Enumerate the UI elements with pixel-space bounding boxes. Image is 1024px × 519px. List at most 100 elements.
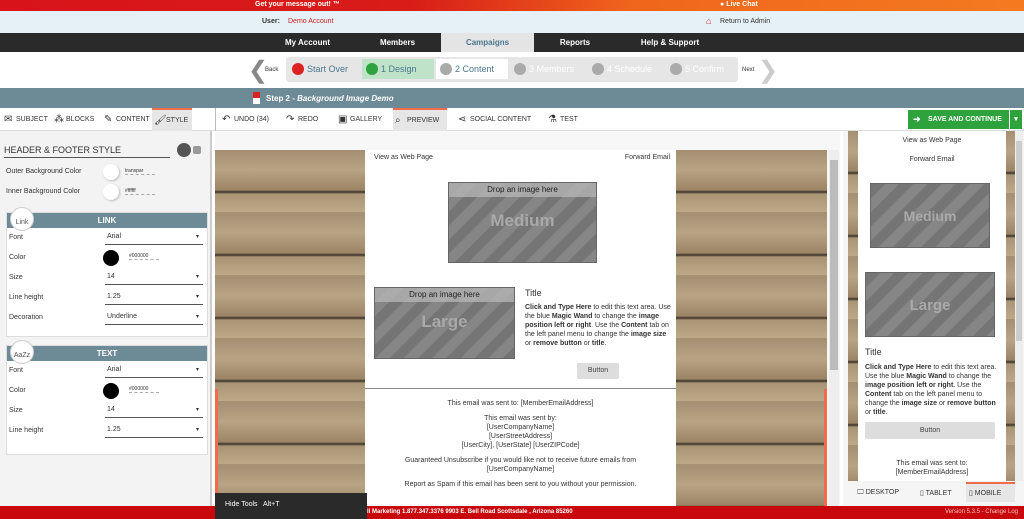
canvas-scrollbar[interactable] — [829, 150, 839, 506]
device-mobile[interactable]: ▯ MOBILE — [966, 482, 1015, 502]
tool-label: SOCIAL CONTENT — [470, 116, 532, 123]
scroll-thumb[interactable] — [830, 160, 838, 370]
view-web-link[interactable]: View as Web Page — [858, 136, 1006, 145]
live-chat-link[interactable]: ● Live Chat — [720, 1, 758, 8]
scroll-thumb[interactable] — [1016, 141, 1022, 341]
image-icon: ▣ — [338, 114, 348, 125]
hide-tools-button[interactable]: Hide Tools Alt+T — [215, 493, 367, 519]
redo-button[interactable]: ↷ REDO — [284, 108, 318, 131]
version-link[interactable]: Version 5.3.5 - Change Log — [945, 506, 1018, 519]
text: to change the — [946, 373, 992, 380]
step-design[interactable]: 1 Design — [362, 59, 434, 79]
forward-email-link[interactable]: Forward Email — [625, 154, 670, 161]
block-title[interactable]: Title — [525, 288, 542, 298]
step-label: 1 Design — [381, 64, 417, 74]
tab-content[interactable]: ✎ CONTENT — [102, 108, 150, 131]
tab-label: BLOCKS — [66, 116, 95, 123]
mobile-scrollbar[interactable] — [1015, 131, 1023, 481]
outer-bg-value[interactable]: transpar — [125, 168, 155, 175]
device-tablet[interactable]: ▯ TABLET — [920, 489, 952, 497]
member-email-link[interactable]: [MemberEmailAddress] — [896, 469, 969, 476]
nav-campaigns[interactable]: Campaigns — [441, 33, 534, 52]
step-content[interactable]: 2 Content — [436, 59, 508, 79]
block-body-text[interactable]: Click and Type Here to edit this text ar… — [525, 303, 673, 348]
return-admin-link[interactable]: Return to Admin — [720, 18, 770, 25]
text: or — [865, 409, 874, 416]
home-icon[interactable]: ⌂ — [706, 16, 711, 26]
forward-email-link[interactable]: Forward Email — [858, 155, 1006, 164]
step-members[interactable]: 3 Members — [510, 59, 582, 79]
back-link[interactable]: Back — [265, 67, 278, 73]
text: . Use the — [591, 322, 622, 329]
outer-bg-swatch[interactable] — [103, 164, 119, 180]
block-body-text[interactable]: Click and Type Here to edit this text ar… — [865, 363, 997, 417]
link-font-select[interactable]: Arial — [105, 231, 203, 245]
chevron-down-icon[interactable]: ▾ — [1009, 110, 1022, 129]
bold-text: Content — [865, 391, 892, 398]
image-placeholder-medium[interactable]: Medium — [870, 183, 990, 248]
nav-help-support[interactable]: Help & Support — [620, 33, 720, 52]
save-and-continue-button[interactable]: ➜ SAVE AND CONTINUE ▾ — [908, 110, 1022, 129]
nav-members[interactable]: Members — [355, 33, 440, 52]
link-line-height-select[interactable]: 1.25 — [105, 291, 203, 305]
undo-button[interactable]: ↶ UNDO (34) — [220, 108, 269, 131]
nav-my-account[interactable]: My Account — [265, 33, 350, 52]
gallery-button[interactable]: ▣ GALLERY — [336, 108, 382, 131]
cube-icon[interactable] — [193, 146, 201, 154]
link-color-swatch[interactable] — [103, 250, 119, 266]
tool-label: PREVIEW — [407, 117, 440, 124]
tool-label: REDO — [298, 116, 319, 123]
footer-text: This email was sent to: [MemberEmailAddr… — [365, 399, 676, 489]
mobile-icon — [253, 92, 260, 104]
image-placeholder-medium[interactable]: Drop an image here Medium — [448, 182, 597, 263]
preview-button[interactable]: ⌕ PREVIEW — [393, 108, 447, 131]
sent-to-line: This email was sent to: [MemberEmailAddr… — [858, 459, 1006, 477]
tool-label: GALLERY — [350, 116, 383, 123]
inner-bg-value[interactable]: #ffffff — [125, 188, 155, 195]
hide-tools-label: Hide Tools — [225, 501, 258, 508]
blocks-style-icon[interactable] — [177, 143, 191, 157]
link-size-select[interactable]: 14 — [105, 271, 203, 285]
test-button[interactable]: ⚗ TEST — [546, 108, 578, 131]
device-desktop[interactable]: 🖵 DESKTOP — [857, 489, 899, 497]
email-preview: View as Web Page Forward Email Drop an i… — [365, 150, 676, 506]
tool-label: UNDO (34) — [234, 116, 270, 123]
text: . — [885, 409, 888, 416]
link-color-value[interactable]: #000000 — [129, 253, 159, 260]
tab-blocks[interactable]: ⁂ BLOCKS — [52, 108, 94, 131]
link-decoration-row: Decoration Underline — [7, 308, 207, 328]
text-color-value[interactable]: #000000 — [129, 386, 159, 393]
member-email-link[interactable]: [MemberEmailAddress] — [521, 400, 594, 407]
circle-icon — [440, 63, 452, 75]
step-start-over[interactable]: Start Over — [288, 59, 360, 79]
size-label: Size — [9, 274, 23, 281]
text-size-select[interactable]: 14 — [105, 404, 203, 418]
block-title[interactable]: Title — [865, 347, 882, 357]
font-label: Font — [9, 234, 24, 241]
tab-label: STYLE — [166, 117, 189, 124]
font-label: Font — [9, 367, 24, 374]
inner-bg-swatch[interactable] — [103, 184, 119, 200]
email-button[interactable]: Button — [865, 422, 995, 439]
text-color-swatch[interactable] — [103, 383, 119, 399]
tab-label: CONTENT — [116, 116, 150, 123]
report-spam-link[interactable]: Report as Spam — [405, 481, 456, 488]
next-link[interactable]: Next — [742, 67, 754, 73]
tab-style[interactable]: 🖌 STYLE — [152, 108, 192, 131]
step-schedule[interactable]: 4 Schedule — [588, 59, 660, 79]
step-confirm[interactable]: 5 Confirm — [666, 59, 738, 79]
nav-reports[interactable]: Reports — [540, 33, 610, 52]
view-web-link[interactable]: View as Web Page — [374, 154, 433, 161]
text-line-height-select[interactable]: 1.25 — [105, 424, 203, 438]
image-placeholder-large[interactable]: Large — [865, 272, 995, 337]
text-font-select[interactable]: Arial — [105, 364, 203, 378]
social-content-button[interactable]: ⋖ SOCIAL CONTENT — [456, 108, 531, 131]
unsubscribe-link[interactable]: Guaranteed Unsubscribe — [405, 457, 483, 464]
link-decoration-select[interactable]: Underline — [105, 311, 203, 325]
text: . — [604, 340, 607, 347]
email-button[interactable]: Button — [577, 363, 619, 379]
chevron-right-icon[interactable]: ❯ — [758, 56, 778, 85]
image-placeholder-large[interactable]: Drop an image here Large — [374, 287, 515, 359]
tab-subject[interactable]: ✉ SUBJECT — [2, 108, 48, 131]
check-icon — [366, 63, 378, 75]
